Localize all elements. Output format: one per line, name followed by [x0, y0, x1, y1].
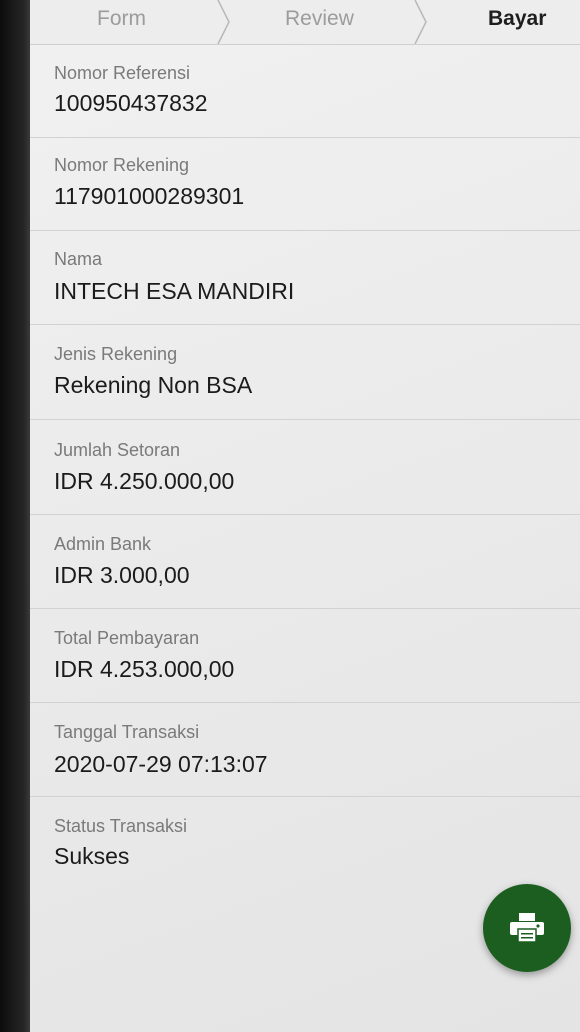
transaction-receipt-screen: Form Review Bayar Nomor Referensi 100950… — [30, 0, 580, 1032]
step-bayar[interactable]: Bayar — [488, 7, 546, 31]
detail-row-admin-fee: Admin Bank IDR 3.000,00 — [30, 515, 580, 609]
detail-label: Tanggal Transaksi — [54, 722, 200, 742]
detail-label: Nomor Rekening — [54, 155, 190, 175]
detail-row-total-payment: Total Pembayaran IDR 4.253.000,00 — [30, 609, 580, 703]
step-form[interactable]: Form — [97, 7, 146, 31]
detail-label: Nama — [54, 249, 103, 269]
chevron-right-icon — [217, 0, 230, 44]
progress-stepper: Form Review Bayar — [30, 0, 580, 45]
phone-bezel — [0, 0, 30, 1032]
detail-label: Admin Bank — [54, 534, 152, 554]
detail-row-reference-number: Nomor Referensi 100950437832 — [30, 45, 580, 138]
detail-value: Rekening Non BSA — [54, 372, 253, 398]
detail-value: IDR 4.253.000,00 — [54, 656, 235, 682]
detail-value: IDR 4.250.000,00 — [54, 468, 235, 494]
detail-row-transaction-date: Tanggal Transaksi 2020-07-29 07:13:07 — [30, 703, 580, 797]
detail-row-name: Nama INTECH ESA MANDIRI — [30, 231, 580, 325]
detail-value: IDR 3.000,00 — [54, 562, 190, 588]
detail-value: Sukses — [54, 843, 130, 869]
detail-label: Status Transaksi — [54, 816, 188, 836]
detail-label: Jenis Rekening — [54, 344, 178, 364]
detail-row-account-type: Jenis Rekening Rekening Non BSA — [30, 325, 580, 420]
detail-row-deposit-amount: Jumlah Setoran IDR 4.250.000,00 — [30, 420, 580, 515]
step-review[interactable]: Review — [285, 7, 354, 31]
printer-icon — [510, 913, 544, 943]
detail-row-transaction-status: Status Transaksi Sukses — [30, 797, 580, 890]
detail-value: 100950437832 — [54, 90, 208, 116]
detail-label: Nomor Referensi — [54, 63, 191, 83]
detail-row-account-number: Nomor Rekening 117901000289301 — [30, 138, 580, 231]
detail-value: INTECH ESA MANDIRI — [54, 278, 295, 304]
detail-value: 2020-07-29 07:13:07 — [54, 751, 268, 777]
detail-value: 117901000289301 — [54, 183, 245, 209]
detail-label: Jumlah Setoran — [54, 440, 181, 460]
print-button[interactable] — [483, 884, 571, 972]
detail-label: Total Pembayaran — [54, 628, 200, 648]
chevron-right-icon — [414, 0, 427, 44]
